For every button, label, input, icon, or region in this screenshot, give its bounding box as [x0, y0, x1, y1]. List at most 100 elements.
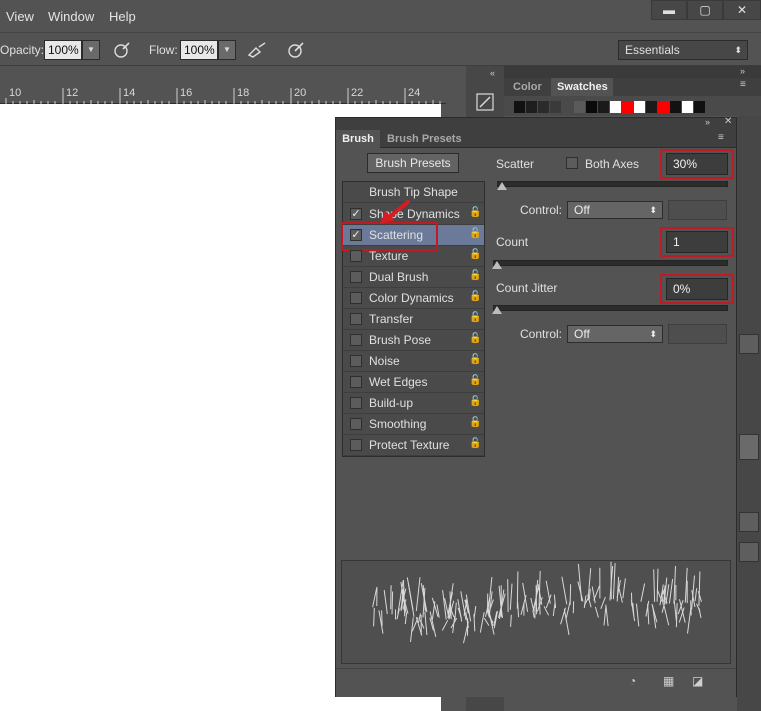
- swatch[interactable]: [562, 101, 573, 113]
- swatch[interactable]: [586, 101, 597, 113]
- horizontal-ruler[interactable]: 10 12 14 16 18 20 22 24: [0, 86, 446, 104]
- swatch[interactable]: [682, 101, 693, 113]
- brush-option-dual-brush[interactable]: Dual Brush 🔓: [343, 267, 484, 288]
- menu-view[interactable]: View: [6, 9, 34, 24]
- collapse-arrows-icon[interactable]: «: [490, 68, 495, 78]
- swatch[interactable]: [538, 101, 549, 113]
- swatch[interactable]: [598, 101, 609, 113]
- option-checkbox[interactable]: [350, 439, 362, 451]
- minimize-button[interactable]: ▬: [651, 0, 687, 20]
- swatch[interactable]: [514, 101, 525, 113]
- new-brush-icon[interactable]: ◪: [692, 674, 703, 688]
- menu-window[interactable]: Window: [48, 9, 94, 24]
- brush-option-noise[interactable]: Noise 🔓: [343, 351, 484, 372]
- brush-panel-titlebar[interactable]: » ✕: [336, 116, 736, 130]
- panel-menu-icon[interactable]: ≡: [740, 79, 746, 90]
- count-slider-track[interactable]: [493, 260, 728, 266]
- lock-icon[interactable]: 🔓: [469, 249, 481, 260]
- count-jitter-slider-thumb[interactable]: [492, 306, 502, 314]
- option-checkbox[interactable]: [350, 397, 362, 409]
- close-panel-icon[interactable]: ✕: [724, 116, 732, 127]
- grass-blade: [373, 607, 375, 627]
- lock-icon[interactable]: 🔓: [469, 417, 481, 428]
- airbrush-icon[interactable]: [247, 41, 267, 59]
- brush-grid-icon[interactable]: ▦: [663, 674, 674, 688]
- swatch[interactable]: [574, 101, 585, 113]
- brush-option-texture[interactable]: Texture 🔓: [343, 246, 484, 267]
- swatch[interactable]: [670, 101, 681, 113]
- count-value-field[interactable]: 1: [666, 231, 728, 253]
- menu-help[interactable]: Help: [109, 9, 136, 24]
- option-checkbox[interactable]: [350, 313, 362, 325]
- tablet-pressure-size-icon[interactable]: [286, 41, 306, 59]
- swatch[interactable]: [550, 101, 561, 113]
- brush-option-color-dynamics[interactable]: Color Dynamics 🔓: [343, 288, 484, 309]
- flow-dropdown-button[interactable]: ▼: [218, 40, 236, 60]
- swatch[interactable]: [646, 101, 657, 113]
- swatch[interactable]: [694, 101, 705, 113]
- close-button[interactable]: ✕: [723, 0, 761, 20]
- grass-blade: [545, 580, 551, 604]
- scatter-slider-track[interactable]: [497, 181, 728, 187]
- tab-swatches[interactable]: Swatches: [557, 81, 608, 93]
- count-jitter-slider-track[interactable]: [493, 305, 728, 311]
- count-slider-thumb[interactable]: [492, 261, 502, 269]
- swatch[interactable]: [622, 101, 633, 113]
- count-jitter-value-field[interactable]: 0%: [666, 278, 728, 300]
- option-checkbox[interactable]: [350, 250, 362, 262]
- option-checkbox[interactable]: [350, 334, 362, 346]
- lock-icon[interactable]: 🔓: [469, 312, 481, 323]
- scatter-control-select[interactable]: Off ⬍: [567, 201, 663, 219]
- brush-presets-button[interactable]: Brush Presets: [367, 153, 459, 173]
- opacity-dropdown-button[interactable]: ▼: [82, 40, 100, 60]
- option-checkbox[interactable]: [350, 292, 362, 304]
- brush-option-transfer[interactable]: Transfer 🔓: [343, 309, 484, 330]
- brush-panel-icon[interactable]: [475, 92, 495, 115]
- grass-blade: [588, 588, 591, 599]
- tab-brush-presets[interactable]: Brush Presets: [387, 133, 462, 145]
- brush-option-smoothing[interactable]: Smoothing 🔓: [343, 414, 484, 435]
- grass-blade: [489, 614, 495, 635]
- scatter-value-field[interactable]: 30%: [666, 153, 728, 175]
- lock-icon[interactable]: 🔓: [469, 207, 481, 218]
- airbrush-pressure-icon[interactable]: [112, 41, 132, 59]
- brush-option-build-up[interactable]: Build-up 🔓: [343, 393, 484, 414]
- option-checkbox[interactable]: [350, 355, 362, 367]
- swatch[interactable]: [634, 101, 645, 113]
- grass-blade: [563, 608, 570, 635]
- both-axes-checkbox[interactable]: [566, 157, 578, 169]
- brush-option-protect-texture[interactable]: Protect Texture 🔓: [343, 435, 484, 456]
- lock-icon[interactable]: 🔓: [469, 333, 481, 344]
- lock-icon[interactable]: 🔓: [469, 291, 481, 302]
- menu-bar: View Window Help ▬ ▢ ✕: [0, 0, 761, 32]
- panel-menu-icon[interactable]: ≡: [718, 132, 724, 143]
- expand-arrows-icon[interactable]: »: [740, 66, 745, 76]
- option-checkbox[interactable]: [350, 376, 362, 388]
- brush-option-brush-pose[interactable]: Brush Pose 🔓: [343, 330, 484, 351]
- lock-icon[interactable]: 🔓: [469, 228, 481, 239]
- tab-color[interactable]: Color: [513, 81, 542, 93]
- option-checkbox[interactable]: [350, 418, 362, 430]
- opacity-field[interactable]: 100%: [44, 40, 82, 60]
- brush-option-wet-edges[interactable]: Wet Edges 🔓: [343, 372, 484, 393]
- lock-icon[interactable]: 🔓: [469, 270, 481, 281]
- option-checkbox[interactable]: ✓: [350, 208, 362, 220]
- lock-icon[interactable]: 🔓: [469, 375, 481, 386]
- lock-icon[interactable]: 🔓: [469, 354, 481, 365]
- scatter-slider-thumb[interactable]: [497, 182, 507, 190]
- swatch[interactable]: [658, 101, 669, 113]
- lock-icon[interactable]: 🔓: [469, 438, 481, 449]
- workspace-select[interactable]: Essentials ⬍: [618, 40, 748, 60]
- count-jitter-control-select[interactable]: Off ⬍: [567, 325, 663, 343]
- tab-brush[interactable]: Brush: [336, 130, 380, 148]
- collapse-arrows-icon[interactable]: »: [705, 117, 710, 127]
- flow-field[interactable]: 100%: [180, 40, 218, 60]
- swatch[interactable]: [526, 101, 537, 113]
- swatch[interactable]: [610, 101, 621, 113]
- flow-label: Flow:: [149, 43, 178, 57]
- lock-icon[interactable]: 🔓: [469, 396, 481, 407]
- updown-arrow-icon: ⬍: [649, 205, 657, 215]
- restore-button[interactable]: ▢: [687, 0, 723, 20]
- option-checkbox[interactable]: [350, 271, 362, 283]
- toggle-live-tip-preview-icon[interactable]: ◔: [629, 674, 636, 688]
